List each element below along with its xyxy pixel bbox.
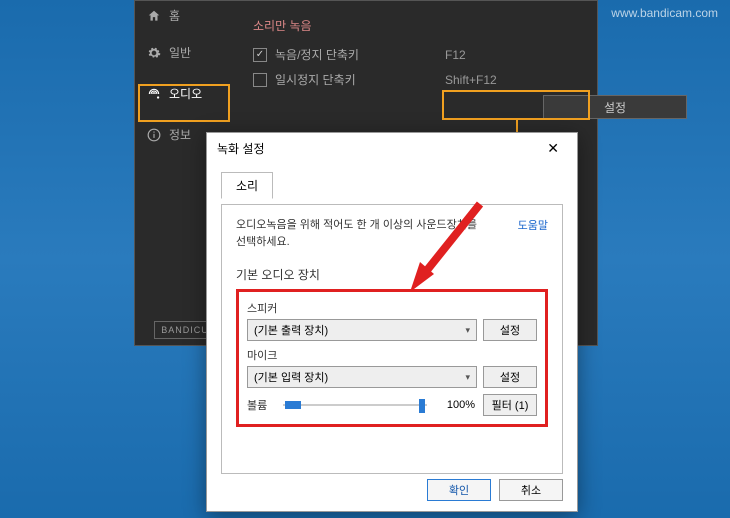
dialog-close-button[interactable]: ✕ bbox=[539, 136, 567, 161]
slider-fill-start bbox=[285, 401, 301, 409]
hotkey-record-label: 녹음/정지 단축키 bbox=[275, 46, 445, 63]
dialog-description: 오디오녹음을 위해 적어도 한 개 이상의 사운드장치를 선택하세요. bbox=[236, 217, 486, 250]
sidebar-label-home: 홈 bbox=[169, 7, 180, 24]
highlight-audio-devices: 스피커 (기본 출력 장치) ▾ 설정 마이크 (기본 입력 장치) ▾ 설정 bbox=[236, 289, 548, 427]
volume-value: 100% bbox=[435, 399, 475, 411]
sidebar-item-general[interactable]: 일반 bbox=[135, 34, 235, 71]
slider-thumb[interactable] bbox=[419, 399, 425, 413]
volume-slider[interactable] bbox=[283, 399, 427, 411]
speaker-settings-button[interactable]: 설정 bbox=[483, 319, 537, 341]
tab-content: 오디오녹음을 위해 적어도 한 개 이상의 사운드장치를 선택하세요. 도움말 … bbox=[221, 204, 563, 474]
dialog-title-bar: 녹화 설정 ✕ bbox=[207, 133, 577, 163]
recording-settings-dialog: 녹화 설정 ✕ 소리 오디오녹음을 위해 적어도 한 개 이상의 사운드장치를 … bbox=[206, 132, 578, 512]
sidebar-label-audio: 오디오 bbox=[169, 85, 202, 102]
tab-sound[interactable]: 소리 bbox=[221, 172, 273, 199]
dialog-title: 녹화 설정 bbox=[217, 140, 265, 157]
default-audio-group-title: 기본 오디오 장치 bbox=[236, 266, 548, 283]
mic-label: 마이크 bbox=[247, 347, 537, 363]
chevron-down-icon: ▾ bbox=[465, 325, 470, 336]
hotkey-pause-row: 일시정지 단축키 Shift+F12 bbox=[253, 71, 579, 88]
sidebar-item-home[interactable]: 홈 bbox=[135, 1, 235, 34]
sidebar-label-general: 일반 bbox=[169, 44, 191, 61]
section-title: 소리만 녹음 bbox=[253, 17, 579, 34]
settings-button[interactable]: 설정 bbox=[543, 95, 687, 119]
watermark-text: www.bandicam.com bbox=[611, 6, 718, 20]
help-link[interactable]: 도움말 bbox=[518, 217, 548, 233]
dialog-footer: 확인 취소 bbox=[427, 479, 563, 501]
volume-label: 볼륨 bbox=[247, 397, 275, 413]
speaker-label: 스피커 bbox=[247, 300, 537, 316]
slider-track bbox=[283, 404, 427, 406]
hotkey-record-row: ✓ 녹음/정지 단축키 F12 bbox=[253, 46, 579, 63]
cancel-button[interactable]: 취소 bbox=[499, 479, 563, 501]
hotkey-pause-label: 일시정지 단축키 bbox=[275, 71, 445, 88]
hotkey-record-checkbox[interactable]: ✓ bbox=[253, 48, 267, 62]
filter-button[interactable]: 필터 (1) bbox=[483, 394, 537, 416]
dialog-body: 소리 오디오녹음을 위해 적어도 한 개 이상의 사운드장치를 선택하세요. 도… bbox=[207, 163, 577, 474]
sidebar-label-info: 정보 bbox=[169, 126, 191, 143]
info-icon bbox=[147, 128, 161, 142]
ok-button[interactable]: 확인 bbox=[427, 479, 491, 501]
hotkey-pause-checkbox[interactable] bbox=[253, 73, 267, 87]
hotkey-record-value: F12 bbox=[445, 48, 466, 62]
home-icon bbox=[147, 9, 161, 23]
speaker-dropdown-value: (기본 출력 장치) bbox=[254, 322, 328, 338]
gear-icon bbox=[147, 46, 161, 60]
tab-row: 소리 bbox=[221, 171, 563, 198]
speaker-dropdown[interactable]: (기본 출력 장치) ▾ bbox=[247, 319, 477, 341]
mic-dropdown[interactable]: (기본 입력 장치) ▾ bbox=[247, 366, 477, 388]
sidebar-item-audio[interactable]: 오디오 bbox=[135, 71, 235, 116]
hotkey-pause-value: Shift+F12 bbox=[445, 73, 497, 87]
mic-dropdown-value: (기본 입력 장치) bbox=[254, 369, 328, 385]
mic-settings-button[interactable]: 설정 bbox=[483, 366, 537, 388]
audio-icon bbox=[147, 87, 161, 101]
chevron-down-icon: ▾ bbox=[465, 372, 470, 383]
